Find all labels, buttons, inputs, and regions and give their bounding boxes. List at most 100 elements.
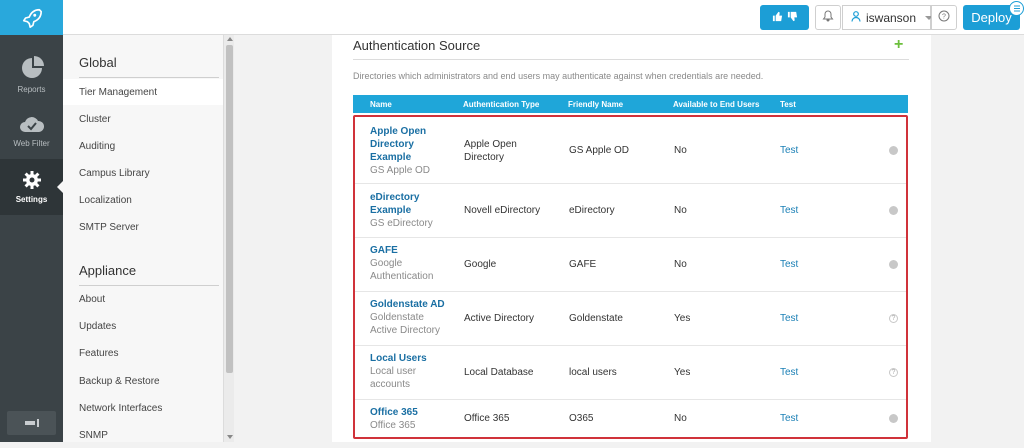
- auth-type: Office 365: [464, 413, 510, 424]
- content-area: Authentication Source + Directories whic…: [234, 35, 1024, 442]
- bell-icon: [822, 9, 834, 27]
- feedback-button[interactable]: [760, 5, 809, 30]
- table-row[interactable]: Local Users Local user accounts Local Da…: [355, 346, 906, 400]
- test-link[interactable]: Test: [780, 313, 798, 324]
- notifications-button[interactable]: [815, 5, 841, 30]
- source-name-link[interactable]: Goldenstate AD: [370, 298, 445, 311]
- source-name-link[interactable]: Example: [370, 204, 433, 217]
- remove-circle-icon[interactable]: [889, 260, 898, 269]
- sub-nav-item[interactable]: SMTP Server: [63, 214, 223, 240]
- list-icon: [1009, 1, 1024, 16]
- source-name-link[interactable]: Directory: [370, 138, 430, 151]
- nav-label: Web Filter: [13, 139, 50, 148]
- friendly-name: GAFE: [569, 259, 597, 270]
- available-value: No: [674, 205, 687, 216]
- table-row[interactable]: Office 365 Office 365 Office 365 O365 No…: [355, 400, 906, 437]
- table-row[interactable]: GAFE Google Authentication Google GAFE N…: [355, 238, 906, 292]
- help-button[interactable]: ?: [931, 5, 957, 30]
- scrollbar-thumb[interactable]: [226, 45, 233, 373]
- available-value: Yes: [674, 313, 691, 324]
- col-test[interactable]: Test: [780, 100, 796, 109]
- sub-nav-scrollbar[interactable]: [223, 35, 234, 442]
- sub-nav-item[interactable]: Network Interfaces: [63, 395, 223, 421]
- nav-item-web-filter[interactable]: Web Filter: [0, 103, 63, 159]
- friendly-name: Goldenstate: [569, 313, 623, 324]
- deploy-button[interactable]: Deploy: [963, 1, 1024, 30]
- nav-item-settings[interactable]: Settings: [0, 159, 63, 215]
- sub-nav-item[interactable]: About: [63, 286, 223, 312]
- table-row[interactable]: Goldenstate AD Goldenstate Active Direct…: [355, 292, 906, 346]
- sub-nav-item[interactable]: Tier Management: [63, 79, 223, 105]
- scroll-down-icon[interactable]: [227, 435, 233, 439]
- source-name-link[interactable]: Apple Open: [370, 125, 430, 138]
- user-name: iswanson: [866, 10, 917, 25]
- auth-type: Local Database: [464, 367, 534, 378]
- gear-icon: [22, 170, 42, 192]
- thumbs-up-icon: [772, 9, 783, 27]
- main-nav: Reports Web Filter Settings: [0, 35, 63, 442]
- question-circle-icon[interactable]: ?: [889, 368, 898, 377]
- test-link[interactable]: Test: [780, 145, 798, 156]
- section-description: Directories which administrators and end…: [353, 71, 764, 81]
- sub-nav-item[interactable]: Auditing: [63, 133, 223, 159]
- question-circle-icon: ?: [938, 9, 950, 27]
- source-subtitle: GS eDirectory: [370, 218, 433, 229]
- sub-nav-item[interactable]: Cluster: [63, 106, 223, 132]
- available-value: No: [674, 413, 687, 424]
- sub-nav-item[interactable]: SNMP: [63, 422, 223, 448]
- source-name-link[interactable]: Office 365: [370, 406, 418, 419]
- remove-circle-icon[interactable]: [889, 206, 898, 215]
- divider: [353, 59, 909, 60]
- appliance-heading: Appliance: [79, 263, 219, 286]
- friendly-name: eDirectory: [569, 205, 615, 216]
- col-available[interactable]: Available to End Users: [673, 100, 759, 109]
- source-subtitle: Google: [370, 258, 403, 269]
- table-row[interactable]: eDirectory Example GS eDirectory Novell …: [355, 184, 906, 238]
- source-name-link[interactable]: Example: [370, 151, 430, 164]
- source-name-link[interactable]: Local Users: [370, 352, 427, 365]
- top-bar: iswanson ? Deploy: [0, 0, 1024, 35]
- section-title: Authentication Source: [353, 38, 481, 53]
- test-link[interactable]: Test: [780, 259, 798, 270]
- add-source-button[interactable]: +: [894, 36, 903, 54]
- source-subtitle: GS Apple OD: [370, 165, 431, 176]
- sub-nav-item[interactable]: Updates: [63, 313, 223, 339]
- collapse-arrow-icon: [24, 414, 40, 432]
- source-name-link[interactable]: GAFE: [370, 244, 433, 257]
- source-subtitle: Office 365: [370, 420, 416, 431]
- collapse-nav-button[interactable]: [7, 411, 56, 435]
- scroll-up-icon[interactable]: [227, 37, 233, 41]
- sub-nav-item[interactable]: Localization: [63, 187, 223, 213]
- auth-type: Active Directory: [464, 313, 535, 324]
- available-value: No: [674, 145, 687, 156]
- table-body: Apple Open Directory Example GS Apple OD…: [353, 115, 908, 439]
- pie-chart-icon: [20, 56, 44, 82]
- user-menu[interactable]: iswanson: [842, 5, 934, 30]
- friendly-name: GS Apple OD: [569, 145, 630, 156]
- auth-type: Google: [464, 259, 497, 270]
- test-link[interactable]: Test: [780, 413, 798, 424]
- sub-nav-item[interactable]: Features: [63, 340, 223, 366]
- source-name-link[interactable]: eDirectory: [370, 191, 433, 204]
- source-subtitle: Active Directory: [370, 325, 441, 336]
- question-circle-icon[interactable]: ?: [889, 314, 898, 323]
- auth-source-panel: Authentication Source + Directories whic…: [332, 35, 931, 442]
- test-link[interactable]: Test: [780, 367, 798, 378]
- remove-circle-icon[interactable]: [889, 414, 898, 423]
- available-value: Yes: [674, 367, 691, 378]
- source-subtitle: Local user: [370, 366, 417, 377]
- nav-label: Reports: [17, 85, 46, 94]
- test-link[interactable]: Test: [780, 205, 798, 216]
- col-auth-type[interactable]: Authentication Type: [463, 100, 539, 109]
- table-row[interactable]: Apple Open Directory Example GS Apple OD…: [355, 117, 906, 184]
- sub-nav-item[interactable]: Backup & Restore: [63, 368, 223, 394]
- sub-nav-item[interactable]: Campus Library: [63, 160, 223, 186]
- auth-type: Apple Open: [464, 139, 517, 150]
- source-subtitle: Goldenstate: [370, 312, 424, 323]
- col-friendly-name[interactable]: Friendly Name: [568, 100, 623, 109]
- remove-circle-icon[interactable]: [889, 146, 898, 155]
- rocket-logo-icon[interactable]: [0, 0, 63, 35]
- svg-text:?: ?: [942, 13, 946, 20]
- col-name[interactable]: Name: [370, 100, 392, 109]
- nav-item-reports[interactable]: Reports: [0, 47, 63, 103]
